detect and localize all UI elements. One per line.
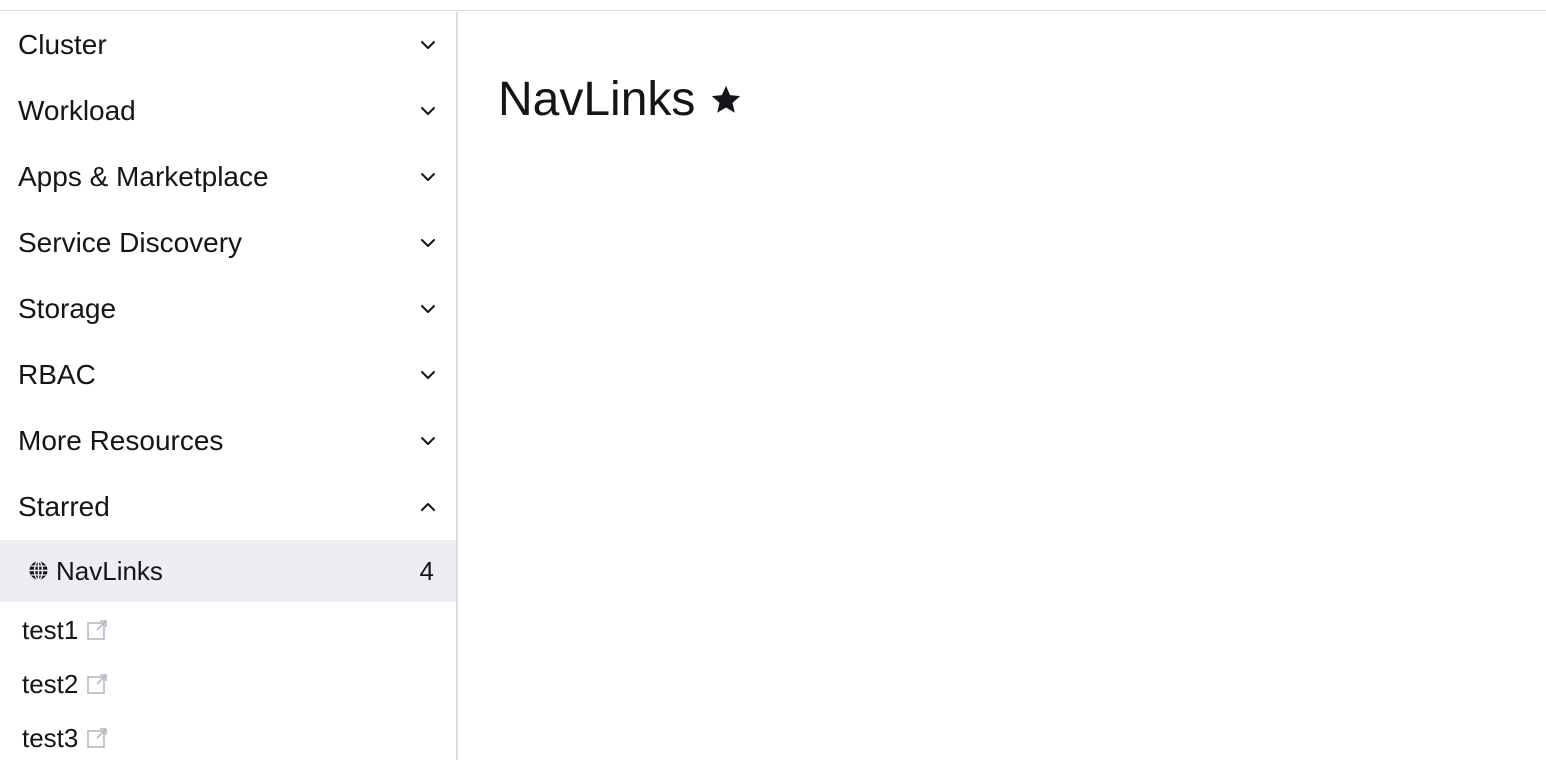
chevron-down-icon <box>419 300 437 318</box>
sidebar-group-label: Cluster <box>18 29 107 60</box>
sidebar-group-label: Storage <box>18 293 117 324</box>
sidebar-group-service-discovery[interactable]: Service Discovery <box>0 210 456 276</box>
chevron-down-icon <box>419 366 437 384</box>
sidebar-group-starred[interactable]: Starred <box>0 474 456 540</box>
globe-icon <box>28 560 49 581</box>
sidebar-group-workload[interactable]: Workload <box>0 78 456 144</box>
sidebar-group-cluster[interactable]: Cluster <box>0 12 456 78</box>
sidebar-group-label: Starred <box>18 491 110 522</box>
chevron-down-icon <box>419 432 437 450</box>
sidebar-group-label: Apps & Marketplace <box>18 161 269 192</box>
sidebar-group-label: Service Discovery <box>18 227 243 258</box>
external-link-icon <box>86 727 108 749</box>
page-title-text: NavLinks <box>498 73 696 126</box>
sidebar-group-apps-marketplace[interactable]: Apps & Marketplace <box>0 144 456 210</box>
page-title: NavLinks <box>498 76 743 124</box>
sidebar-group-rbac[interactable]: RBAC <box>0 342 456 408</box>
sidebar-group-label: Workload <box>18 95 136 126</box>
sidebar-link-label: test3 <box>22 723 79 753</box>
sidebar-group-storage[interactable]: Storage <box>0 276 456 342</box>
external-link-icon <box>86 619 108 641</box>
external-link-icon <box>86 673 108 695</box>
chevron-down-icon <box>419 102 437 120</box>
sidebar-group-more-resources[interactable]: More Resources <box>0 408 456 474</box>
sidebar-link-test3[interactable]: test3 <box>22 718 108 758</box>
sidebar-link-test1[interactable]: test1 <box>22 610 108 650</box>
sidebar-link-label: test2 <box>22 669 79 699</box>
sidebar-item-navlinks[interactable]: NavLinks 4 <box>0 540 456 602</box>
sidebar-link-label: test1 <box>22 615 79 645</box>
sidebar-nav: Cluster Workload Apps & Marketplace Serv… <box>0 12 458 760</box>
sidebar-group-label: More Resources <box>18 425 224 456</box>
top-header-bar <box>0 0 1546 11</box>
sidebar-link-test2[interactable]: test2 <box>22 664 108 704</box>
sidebar-group-label: RBAC <box>18 359 96 390</box>
chevron-down-icon <box>419 234 437 252</box>
sidebar-item-label: NavLinks <box>56 556 163 586</box>
count-badge: 4 <box>419 556 434 586</box>
star-icon[interactable] <box>709 83 743 117</box>
main-content: NavLinks <box>458 12 1546 760</box>
chevron-up-icon <box>419 498 437 516</box>
chevron-down-icon <box>419 36 437 54</box>
chevron-down-icon <box>419 168 437 186</box>
